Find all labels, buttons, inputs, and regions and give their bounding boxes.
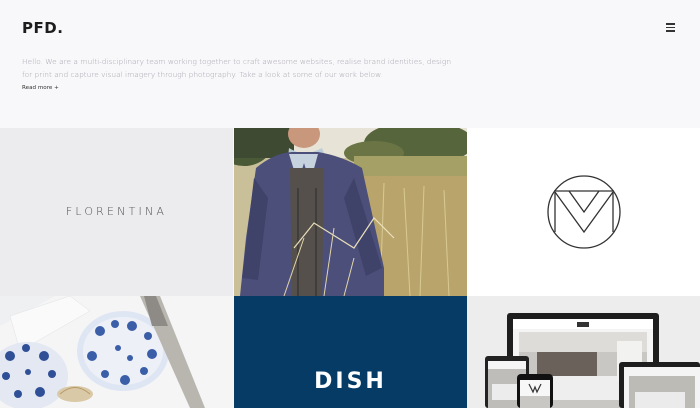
portfolio-tile-responsive-devices[interactable] bbox=[467, 296, 700, 408]
intro-text: Hello. We are a multi-disciplinary team … bbox=[22, 57, 452, 79]
site-header: PFD. Hello. We are a multi-disciplinary … bbox=[0, 0, 700, 128]
hamburger-menu-icon[interactable] bbox=[664, 21, 678, 33]
dish-wordmark: DISH bbox=[314, 369, 387, 394]
menu-line bbox=[666, 30, 675, 32]
read-more-link[interactable]: Read more + bbox=[22, 85, 59, 91]
florentina-wordmark: FLORENTINA bbox=[65, 205, 168, 218]
portfolio-grid: FLORENTINA DISH bbox=[0, 128, 700, 408]
menu-line bbox=[666, 26, 675, 28]
tableware-photo-image bbox=[0, 296, 233, 408]
site-logo[interactable]: PFD. bbox=[22, 19, 63, 37]
portfolio-tile-monogram[interactable] bbox=[467, 128, 700, 296]
monogram-logo-icon bbox=[547, 175, 621, 249]
field-photo-image bbox=[234, 128, 467, 296]
portfolio-tile-tableware[interactable] bbox=[0, 296, 233, 408]
portfolio-tile-field-photo[interactable] bbox=[234, 128, 467, 296]
portfolio-tile-dish[interactable]: DISH bbox=[234, 296, 467, 408]
portfolio-tile-florentina[interactable]: FLORENTINA bbox=[0, 128, 233, 296]
responsive-devices-image bbox=[467, 296, 700, 408]
menu-line bbox=[666, 23, 675, 25]
